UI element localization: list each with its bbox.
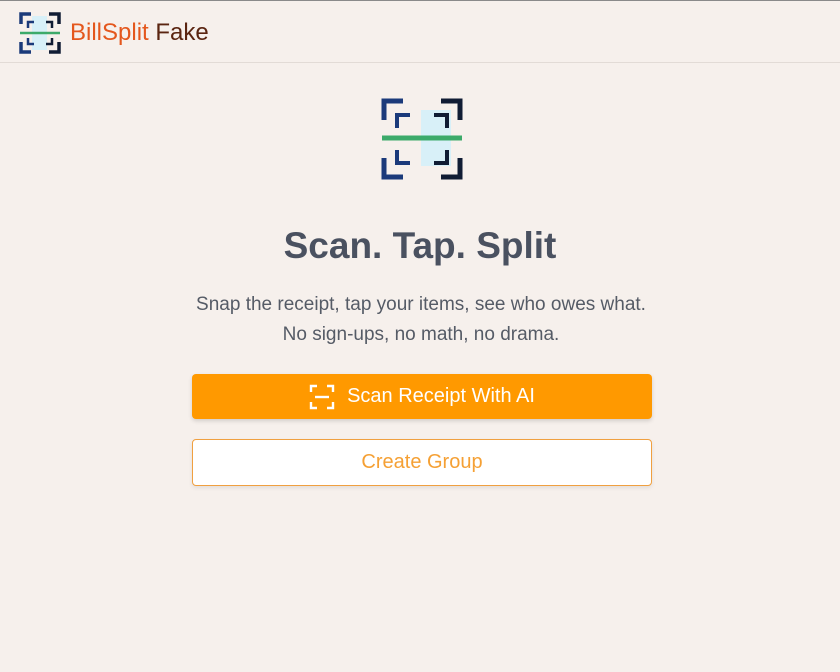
create-group-label: Create Group	[361, 451, 483, 473]
scan-receipt-label: Scan Receipt With AI	[347, 385, 535, 407]
app-header: BillSplit Fake	[0, 1, 840, 63]
brand-primary: BillSplit	[70, 19, 149, 46]
scan-frame-icon	[381, 98, 463, 180]
hero-title: Scan. Tap. Split	[283, 225, 557, 266]
app-brand[interactable]: BillSplit Fake	[70, 18, 209, 48]
scan-receipt-button[interactable]: Scan Receipt With AI	[192, 374, 652, 419]
brand-secondary: Fake	[155, 19, 209, 46]
scan-frame-icon[interactable]	[19, 12, 61, 54]
create-group-button[interactable]: Create Group	[192, 439, 652, 486]
scan-icon	[309, 384, 335, 409]
hero-subtitle: Snap the receipt, tap your items, see wh…	[196, 294, 646, 345]
